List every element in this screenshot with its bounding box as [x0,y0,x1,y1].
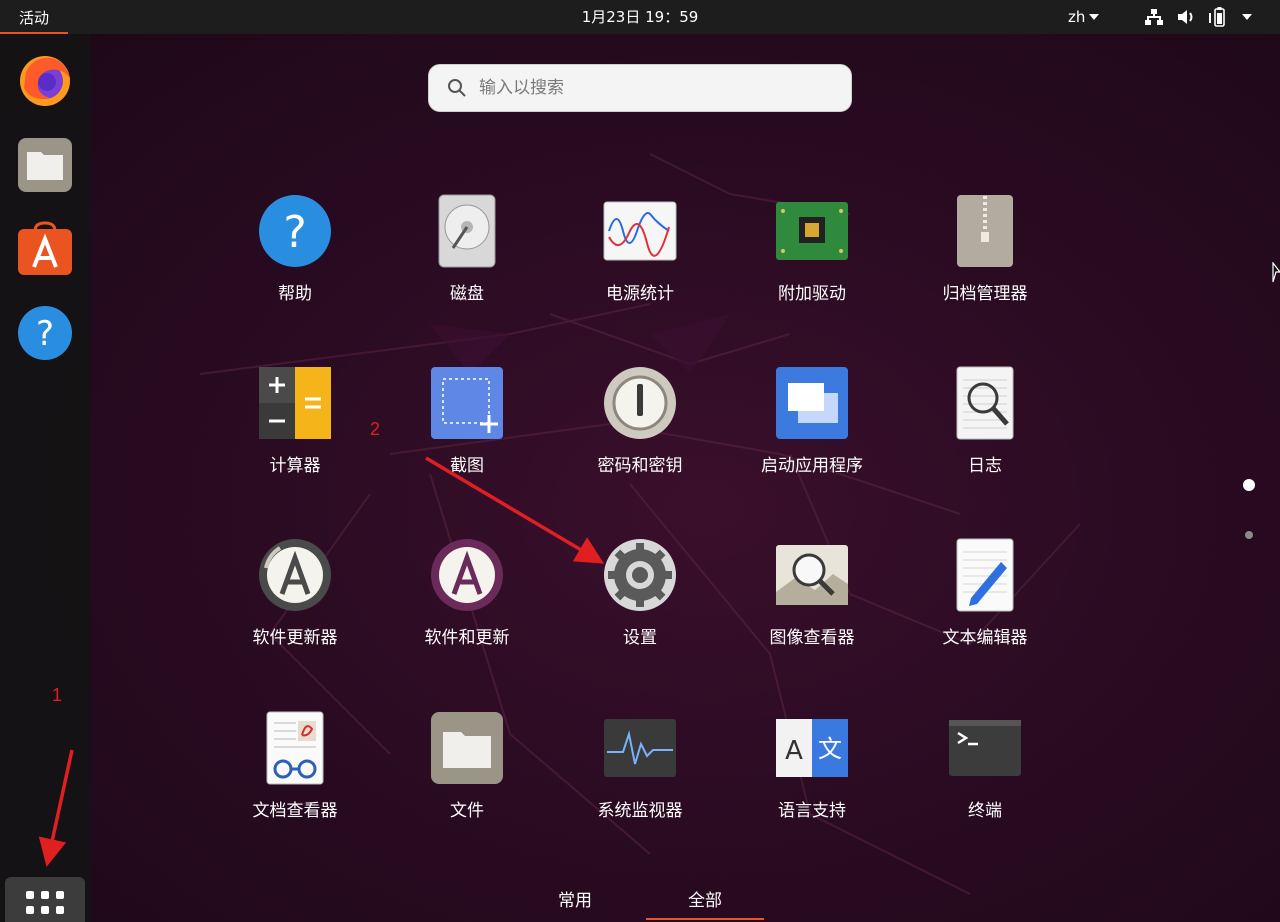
input-language-menu[interactable]: zh [1068,0,1100,34]
software-store-icon [18,221,72,275]
app-label: 截图 [450,456,484,476]
show-applications-button[interactable] [5,877,85,922]
app-label: 软件更新器 [252,628,338,648]
chevron-down-icon [1242,14,1252,20]
search-input[interactable] [479,78,839,98]
app-label: 电源统计 [606,284,674,304]
dock-ubuntu-software[interactable] [16,220,74,278]
app-label: 启动应用程序 [761,456,863,476]
app-label: 帮助 [278,284,312,304]
startup-applications-icon [776,367,848,439]
battery-icon [1209,7,1225,27]
network-icon [1145,9,1163,25]
activities-button[interactable]: 活动 [0,0,68,34]
clock-label[interactable]: 1月23日 19：59 [582,8,699,26]
app-label: 文本编辑器 [942,628,1028,648]
app-label: 日志 [968,456,1002,476]
grid-dot-icon [26,891,34,899]
app-label: 软件和更新 [424,628,510,648]
page-indicator-1[interactable] [1243,479,1255,491]
software-updater-icon [259,539,331,611]
top-bar: 活动 1月23日 19：59 zh [0,0,1280,34]
disk-icon [438,194,496,268]
page-indicator-2[interactable] [1245,531,1253,539]
app-terminal[interactable]: 终端 [910,700,1060,840]
volume-icon [1178,10,1193,24]
app-software-updates[interactable]: 软件和更新 [392,527,542,667]
calculator-icon [259,367,331,439]
app-files[interactable]: 文件 [392,700,542,840]
language-support-icon: A 文 [776,719,848,777]
app-help[interactable]: ? 帮助 [220,183,370,323]
app-text-editor[interactable]: 文本编辑器 [910,527,1060,667]
chevron-down-icon [1089,14,1100,20]
app-disks[interactable]: 磁盘 [392,183,542,323]
help-icon: ? [18,306,72,360]
svg-text:A: A [785,736,803,766]
passwords-keys-icon [604,367,676,439]
text-editor-icon [956,538,1014,612]
app-passwords-keys[interactable]: 密码和密钥 [565,355,715,495]
tab-frequent[interactable]: 常用 [516,886,634,920]
terminal-icon [949,720,1021,776]
app-power-statistics[interactable]: 电源统计 [565,183,715,323]
annotation-step-1: 1 [52,685,63,705]
files-folder-icon [18,138,72,192]
app-startup-applications[interactable]: 启动应用程序 [737,355,887,495]
dock: ? [0,34,90,922]
app-label: 文档查看器 [252,801,338,821]
app-system-monitor[interactable]: 系统监视器 [565,700,715,840]
svg-text:文: 文 [818,735,842,763]
image-viewer-icon [776,545,848,605]
app-label: 归档管理器 [942,284,1028,304]
search-icon [448,79,466,97]
app-label: 设置 [623,628,657,648]
app-label: 密码和密钥 [597,456,683,476]
app-archive-manager[interactable]: 归档管理器 [910,183,1060,323]
app-calculator[interactable]: 计算器 [220,355,370,495]
tab-all[interactable]: 全部 [646,886,764,920]
dock-files[interactable] [16,136,74,194]
additional-drivers-icon [776,202,848,260]
archive-manager-icon [957,195,1013,267]
firefox-icon [20,56,70,106]
svg-text:?: ? [36,314,54,354]
app-screenshot[interactable]: 截图 [392,355,542,495]
files-folder-icon [431,712,503,784]
system-tray[interactable] [1144,0,1252,34]
app-software-updater[interactable]: 软件更新器 [220,527,370,667]
app-label: 计算器 [269,456,321,476]
software-updates-icon [431,539,503,611]
system-monitor-icon [604,719,676,777]
app-label: 语言支持 [778,801,846,821]
document-viewer-icon [266,711,324,785]
app-label: 附加驱动 [778,284,846,304]
dock-firefox[interactable] [16,50,74,108]
app-label: 文件 [450,801,484,821]
settings-gear-icon [604,539,676,611]
app-label: 终端 [968,801,1002,821]
power-statistics-icon [603,201,677,261]
dock-help[interactable]: ? [16,304,74,362]
app-additional-drivers[interactable]: 附加驱动 [737,183,887,323]
annotation-step-2: 2 [370,419,381,439]
app-label: 磁盘 [450,284,484,304]
app-settings[interactable]: 设置 [565,527,715,667]
app-image-viewer[interactable]: 图像查看器 [737,527,887,667]
app-label: 系统监视器 [597,801,683,821]
screenshot-icon [431,367,503,439]
help-icon: ? [259,195,331,267]
app-language-support[interactable]: A 文 语言支持 [737,700,887,840]
search-box[interactable] [428,64,852,112]
app-logs[interactable]: 日志 [910,355,1060,495]
app-document-viewer[interactable]: 文档查看器 [220,700,370,840]
mouse-cursor-icon [1272,262,1280,283]
svg-text:?: ? [283,207,306,258]
logs-icon [956,366,1014,440]
app-label: 图像查看器 [769,628,855,648]
language-label: zh [1068,8,1086,26]
